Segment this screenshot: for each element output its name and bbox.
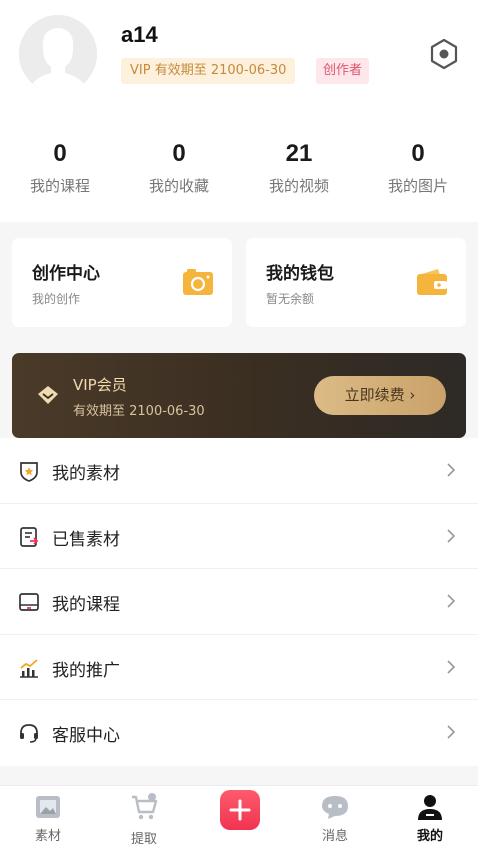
stat-value: 0 xyxy=(411,140,425,167)
creator-badge: 创作者 xyxy=(316,58,370,84)
sold-document-icon xyxy=(20,526,39,547)
card-title: 我的钱包 xyxy=(266,264,334,284)
camera-icon xyxy=(183,269,213,295)
nav-tab-extract[interactable]: 提取 xyxy=(96,786,192,850)
menu-item-sold-materials[interactable]: 已售素材 xyxy=(0,504,478,569)
create-plus-button[interactable] xyxy=(220,790,260,830)
nav-tab-label: 素材 xyxy=(34,829,61,844)
diamond-icon xyxy=(38,386,58,404)
wallet-card[interactable]: 我的钱包 暂无余额 xyxy=(246,238,466,327)
stat-value: 21 xyxy=(285,140,313,167)
menu-item-my-materials[interactable]: 我的素材 xyxy=(0,438,478,504)
vip-expiry-badge: VIP 有效期至 2100-06-30 xyxy=(121,58,296,84)
menu-item-label: 我的课程 xyxy=(52,595,120,615)
nav-tab-label: 提取 xyxy=(130,832,157,847)
avatar-placeholder-icon xyxy=(19,15,97,93)
stat-my-favorites[interactable]: 0 我的收藏 xyxy=(124,138,234,196)
menu-item-customer-service[interactable]: 客服中心 xyxy=(0,700,478,766)
chevron-right-icon xyxy=(447,725,456,739)
stat-label: 我的图片 xyxy=(387,177,448,195)
vip-membership-banner[interactable]: VIP会员 有效期至 2100-06-30 立即续费 › xyxy=(12,353,466,438)
menu-item-my-courses[interactable]: 我的课程 xyxy=(0,569,478,635)
menu-item-label: 已售素材 xyxy=(52,529,120,550)
settings-icon[interactable] xyxy=(428,38,460,70)
user-icon xyxy=(418,795,442,820)
cart-icon xyxy=(132,793,158,820)
stat-my-courses[interactable]: 0 我的课程 xyxy=(5,138,115,196)
nav-tab-label: 我的 xyxy=(416,829,443,844)
image-icon xyxy=(36,796,60,818)
card-subtitle: 暂无余额 xyxy=(266,292,315,306)
chevron-right-icon xyxy=(447,463,456,477)
menu-item-label: 我的推广 xyxy=(52,660,120,681)
avatar[interactable] xyxy=(19,15,97,93)
chevron-right-icon xyxy=(447,528,456,543)
username: a14 xyxy=(121,22,158,47)
chart-icon xyxy=(20,658,38,678)
menu-item-my-promotion[interactable]: 我的推广 xyxy=(0,635,478,700)
nav-tab-materials[interactable]: 素材 xyxy=(0,786,96,850)
card-title: 创作中心 xyxy=(32,264,100,284)
nav-tab-label: 消息 xyxy=(321,829,348,844)
nav-tab-messages[interactable]: 消息 xyxy=(287,786,383,850)
card-subtitle: 我的创作 xyxy=(32,292,81,306)
course-icon xyxy=(19,593,39,611)
message-icon xyxy=(322,796,348,819)
chevron-right-icon xyxy=(447,594,456,608)
chevron-right-icon xyxy=(447,659,456,674)
nav-tab-mine[interactable]: 我的 xyxy=(382,786,478,850)
renew-button[interactable]: 立即续费 › xyxy=(314,376,446,415)
menu-list: 我的素材 已售素材 我的课程 我的推广 客服中心 xyxy=(0,438,478,766)
menu-item-label: 客服中心 xyxy=(52,726,120,746)
stat-my-videos[interactable]: 21 我的视频 xyxy=(244,138,354,196)
stat-label: 我的课程 xyxy=(29,177,90,195)
vip-banner-title: VIP会员 xyxy=(73,376,127,394)
star-badge-icon xyxy=(20,462,38,482)
stat-value: 0 xyxy=(172,140,186,167)
stat-my-images[interactable]: 0 我的图片 xyxy=(363,138,473,196)
stat-value: 0 xyxy=(53,140,67,167)
menu-item-label: 我的素材 xyxy=(52,464,120,484)
creation-center-card[interactable]: 创作中心 我的创作 xyxy=(12,238,232,327)
headset-icon xyxy=(20,724,38,743)
vip-banner-expiry: 有效期至 2100-06-30 xyxy=(73,404,205,419)
bottom-navigation: 素材 提取 消息 我的 xyxy=(0,785,478,850)
plus-icon xyxy=(229,799,251,821)
stat-label: 我的收藏 xyxy=(148,177,209,195)
stat-label: 我的视频 xyxy=(268,177,329,195)
wallet-icon xyxy=(417,269,447,295)
